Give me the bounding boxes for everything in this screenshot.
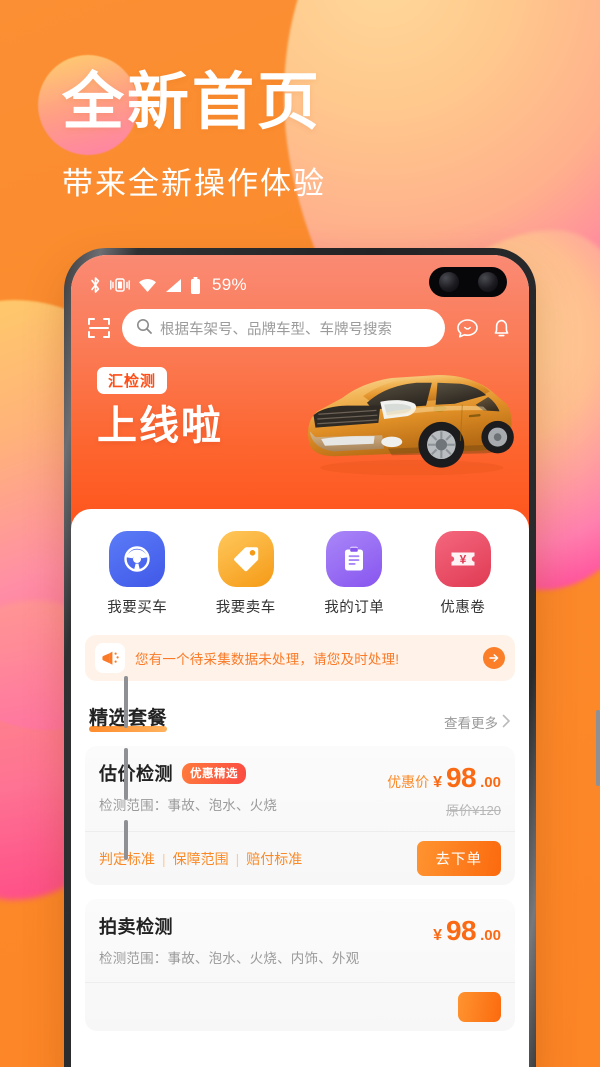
package-price-decimal: .00	[480, 774, 501, 791]
phone-power-button	[596, 710, 600, 786]
package-name-row: 估价检测 优惠精选	[99, 760, 377, 786]
battery-percent: 59%	[212, 275, 247, 294]
phone-volume-down-button	[124, 748, 128, 800]
quick-action-label: 优惠卷	[440, 600, 486, 616]
phone-screen: 59% 根据车架号、品牌车型、车牌号搜索 汇检测 上线啦 我要买车 我要卖车 我…	[71, 255, 529, 1067]
package-actions: 判定标准 | 保障范围 | 赔付标准 去下单	[85, 831, 515, 885]
scan-icon[interactable]	[87, 316, 111, 340]
place-order-button[interactable]: 去下单	[416, 841, 501, 876]
search-input[interactable]: 根据车架号、品牌车型、车牌号搜索	[122, 309, 445, 347]
coupon-icon: ¥	[434, 531, 491, 587]
package-tag-badge: 优惠精选	[182, 762, 246, 784]
phone-assistant-button	[124, 820, 128, 860]
package-pricing: 优惠价 ¥ 98 .00 原价¥120	[387, 760, 501, 819]
package-name: 拍卖检测	[99, 917, 173, 937]
quick-action-buy-car[interactable]: 我要买车	[83, 531, 192, 617]
price-tag-icon	[217, 531, 274, 587]
promo-banner[interactable]: 汇检测 上线啦	[71, 347, 529, 497]
quick-action-coupon[interactable]: ¥ 优惠卷	[409, 531, 518, 617]
gold-suv-car-image	[308, 375, 514, 476]
app-header: 59% 根据车架号、品牌车型、车牌号搜索 汇检测 上线啦	[71, 255, 529, 531]
camera-lens-secondary-icon	[477, 272, 498, 292]
clipboard-icon	[326, 531, 383, 587]
currency-symbol: ¥	[433, 774, 442, 791]
vibrate-icon	[110, 277, 130, 293]
package-card[interactable]: 拍卖检测 检测范围：事故、泡水、火烧、内饰、外观 ¥ 98 .00	[85, 899, 515, 1031]
megaphone-icon	[95, 643, 125, 673]
chat-bubble-icon[interactable]	[456, 317, 479, 340]
quick-action-sell-car[interactable]: 我要卖车	[192, 531, 301, 617]
link-coverage-scope[interactable]: 保障范围	[173, 849, 229, 869]
phone-mockup: 59% 根据车架号、品牌车型、车牌号搜索 汇检测 上线啦 我要买车 我要卖车 我…	[64, 248, 600, 1067]
notice-banner[interactable]: 您有一个待采集数据未处理，请您及时处理!	[85, 635, 515, 681]
package-scope: 检测范围：事故、泡水、火烧	[99, 798, 278, 813]
package-info: 估价检测 优惠精选 检测范围：事故、泡水、火烧	[99, 760, 387, 819]
search-placeholder: 根据车架号、品牌车型、车牌号搜索	[160, 321, 392, 338]
package-info: 拍卖检测 检测范围：事故、泡水、火烧、内饰、外观	[99, 913, 433, 970]
package-price-line: 优惠价 ¥ 98 .00	[387, 762, 501, 794]
package-links: 判定标准 | 保障范围 | 赔付标准	[99, 849, 302, 869]
hero-subtitle: 带来全新操作体验	[62, 166, 326, 201]
banner-badge: 汇检测	[97, 367, 168, 394]
package-price-label: 优惠价	[387, 774, 430, 790]
package-price-integer: 98	[445, 762, 477, 793]
arrow-right-circle-icon[interactable]	[483, 647, 505, 669]
package-price-line: ¥ 98 .00	[433, 915, 501, 947]
link-separator: |	[235, 850, 240, 867]
search-icon	[136, 318, 152, 339]
section-header: 精选套餐 查看更多	[71, 681, 529, 732]
camera-lens-icon	[438, 272, 459, 292]
steering-wheel-icon	[109, 531, 166, 587]
place-order-button[interactable]	[457, 991, 501, 1022]
package-name-row: 拍卖检测	[99, 913, 423, 939]
package-card[interactable]: 估价检测 优惠精选 检测范围：事故、泡水、火烧 优惠价 ¥ 98 .00 原价¥…	[85, 746, 515, 885]
page-title: 精选套餐	[89, 703, 168, 732]
svg-text:¥: ¥	[459, 552, 466, 566]
wifi-icon	[138, 278, 157, 293]
package-price-decimal: .00	[480, 927, 501, 944]
quick-action-label: 我要卖车	[215, 600, 276, 616]
quick-action-my-orders[interactable]: 我的订单	[300, 531, 409, 617]
currency-symbol: ¥	[433, 927, 442, 944]
hero-section: 全新首页 带来全新操作体验	[0, 0, 600, 203]
notice-text: 您有一个待采集数据未处理，请您及时处理!	[135, 652, 400, 667]
package-summary: 估价检测 优惠精选 检测范围：事故、泡水、火烧 优惠价 ¥ 98 .00 原价¥…	[85, 746, 515, 831]
package-scope: 检测范围：事故、泡水、火烧、内饰、外观	[99, 951, 360, 966]
search-row: 根据车架号、品牌车型、车牌号搜索	[71, 297, 529, 347]
link-separator: |	[162, 850, 166, 867]
phone-volume-up-button	[124, 676, 128, 728]
view-more-button[interactable]: 查看更多	[444, 712, 511, 732]
quick-action-label: 我的订单	[324, 600, 385, 616]
bluetooth-icon	[89, 276, 102, 294]
quick-action-label: 我要买车	[107, 600, 168, 616]
package-price-integer: 98	[445, 915, 477, 946]
quick-actions-grid: 我要买车 我要卖车 我的订单 ¥ 优惠卷	[71, 509, 529, 627]
package-actions	[85, 981, 515, 1031]
view-more-label: 查看更多	[444, 716, 498, 731]
battery-icon	[190, 276, 201, 294]
package-pricing: ¥ 98 .00	[433, 913, 501, 970]
chevron-right-icon	[502, 714, 511, 731]
package-summary: 拍卖检测 检测范围：事故、泡水、火烧、内饰、外观 ¥ 98 .00	[85, 899, 515, 982]
punch-hole-camera	[429, 267, 507, 297]
cellular-signal-icon	[165, 278, 182, 293]
link-compensation-standard[interactable]: 赔付标准	[246, 849, 302, 869]
package-name: 估价检测	[99, 764, 173, 784]
content-panel: 我要买车 我要卖车 我的订单 ¥ 优惠卷 您有一个待采集数据未处理，请您及时处理…	[71, 509, 529, 1031]
hero-title: 全新首页	[62, 68, 323, 137]
bell-icon[interactable]	[490, 317, 513, 340]
package-original-price: 原价¥120	[446, 803, 501, 818]
